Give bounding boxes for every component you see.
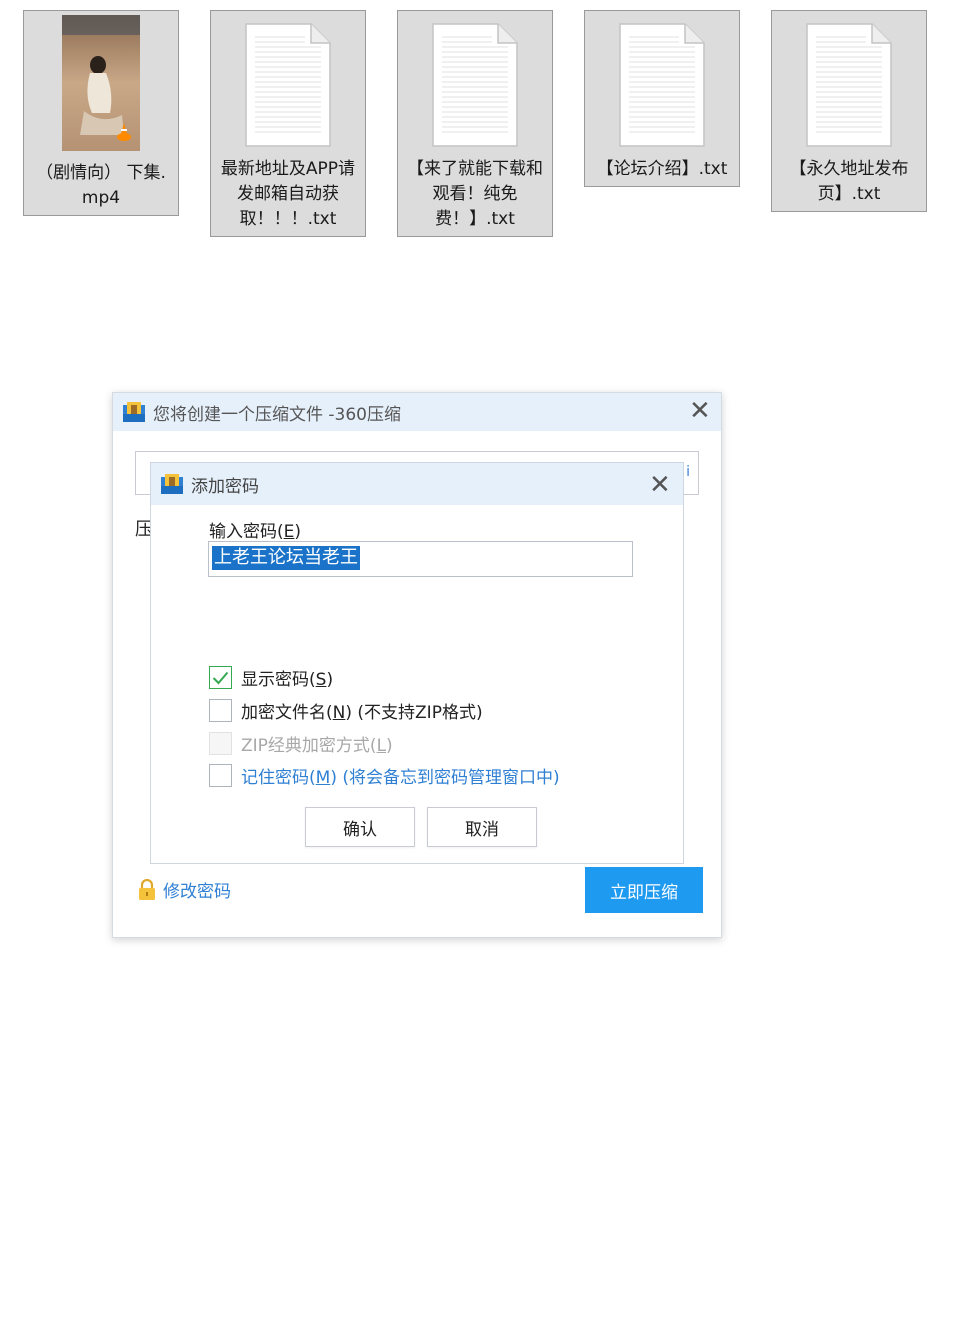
show-password-checkbox[interactable]: [209, 666, 232, 689]
option-label: ZIP经典加密方式(L): [241, 736, 393, 756]
file-name: 【永久地址发布页】.txt: [789, 159, 909, 204]
cancel-button[interactable]: 取消: [427, 807, 537, 847]
checkmark-icon: [212, 671, 229, 684]
modify-password-link[interactable]: 修改密码: [163, 877, 231, 902]
option-key: N: [332, 703, 346, 723]
confirm-button[interactable]: 确认: [305, 807, 415, 847]
file-name: （剧情向） 下集.mp4: [36, 163, 166, 208]
close-icon[interactable]: ✕: [649, 472, 671, 498]
option-text: 显示密码: [241, 670, 309, 690]
option-key: S: [315, 670, 327, 690]
dialog-titlebar[interactable]: 您将创建一个压缩文件 -360压缩: [113, 393, 721, 431]
dialog-title: 添加密码: [191, 476, 259, 497]
compress-now-button[interactable]: 立即压缩: [585, 867, 703, 913]
password-label-key: E: [283, 522, 295, 542]
option-remember-password[interactable]: 记住密码(M) (将会备忘到密码管理窗口中): [209, 763, 560, 788]
option-text: 记住密码: [241, 768, 309, 788]
option-label: 显示密码(S): [241, 670, 334, 690]
file-tile-text[interactable]: 【永久地址发布页】.txt: [771, 10, 927, 212]
video-thumbnail: [62, 15, 140, 151]
password-label-text: 输入密码: [209, 522, 277, 542]
archive-icon: [161, 474, 183, 494]
file-tile-text[interactable]: 【论坛介绍】.txt: [584, 10, 740, 187]
option-label[interactable]: 记住密码(M) (将会备忘到密码管理窗口中): [241, 763, 560, 788]
option-show-password[interactable]: 显示密码(S): [209, 665, 333, 690]
file-tile-video[interactable]: （剧情向） 下集.mp4: [23, 10, 179, 216]
option-text: ZIP经典加密方式: [241, 736, 370, 756]
option-key: M: [315, 768, 331, 788]
modify-password-area[interactable]: 修改密码: [137, 877, 231, 902]
file-name: 最新地址及APP请发邮箱自动获取！！！.txt: [220, 159, 356, 229]
file-tile-text[interactable]: 最新地址及APP请发邮箱自动获取！！！.txt: [210, 10, 366, 237]
dialog-title: 您将创建一个压缩文件 -360压缩: [153, 404, 401, 425]
text-file-icon: [245, 23, 331, 147]
text-file-icon: [432, 23, 518, 147]
password-label: 输入密码(E): [209, 522, 302, 542]
option-suffix: (不支持ZIP格式): [352, 703, 483, 723]
dialog-titlebar[interactable]: 添加密码: [151, 463, 683, 505]
option-encrypt-filenames[interactable]: 加密文件名(N) (不支持ZIP格式): [209, 698, 483, 723]
zip-classic-checkbox: [209, 732, 232, 755]
archive-icon: [123, 402, 145, 422]
close-icon[interactable]: ✕: [689, 398, 711, 424]
text-file-icon: [806, 23, 892, 147]
encrypt-filenames-checkbox[interactable]: [209, 699, 232, 722]
option-label: 加密文件名(N) (不支持ZIP格式): [241, 703, 483, 723]
option-zip-classic: ZIP经典加密方式(L): [209, 731, 393, 756]
password-input[interactable]: 上老王论坛当老王: [208, 541, 633, 577]
lock-icon: [137, 878, 157, 901]
option-suffix: (将会备忘到密码管理窗口中): [336, 768, 560, 788]
file-name: 【来了就能下载和观看！纯免费！】.txt: [407, 159, 543, 229]
text-file-icon: [619, 23, 705, 147]
option-key: L: [376, 736, 387, 756]
file-tile-text[interactable]: 【来了就能下载和观看！纯免费！】.txt: [397, 10, 553, 237]
password-value: 上老王论坛当老王: [212, 546, 360, 570]
remember-password-checkbox[interactable]: [209, 764, 232, 787]
file-name: 【论坛介绍】.txt: [596, 159, 728, 179]
option-text: 加密文件名: [241, 703, 326, 723]
field-tail-text: i: [686, 464, 690, 480]
add-password-dialog: 添加密码 ✕ 输入密码(E) 上老王论坛当老王 显示密码(S) 加密文件名(N)…: [150, 462, 684, 864]
